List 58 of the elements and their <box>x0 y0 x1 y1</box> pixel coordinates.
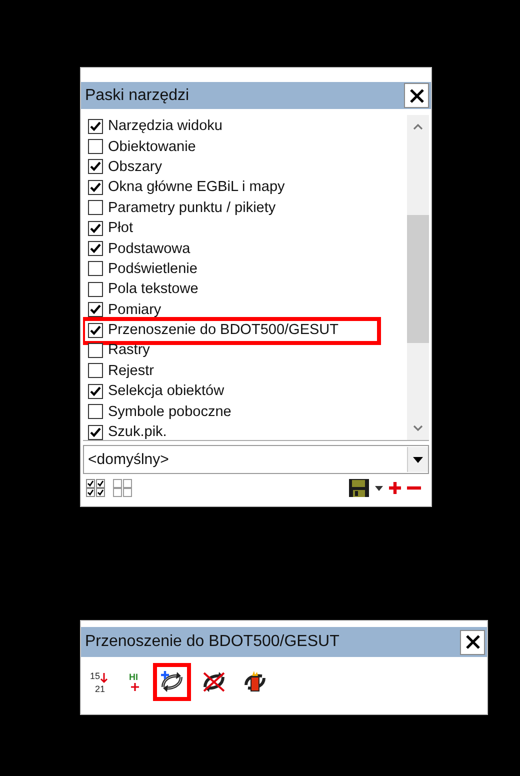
save-icon[interactable] <box>348 478 370 498</box>
toolbar-name[interactable]: Pomiary <box>108 302 162 318</box>
scrollbar[interactable] <box>407 115 429 440</box>
toolbar-name[interactable]: Podstawowa <box>108 240 190 257</box>
checkbox[interactable] <box>88 404 103 420</box>
toolbar-name[interactable]: Selekcja obiektów <box>108 383 224 400</box>
close-icon <box>408 88 424 104</box>
checkbox[interactable] <box>88 118 103 134</box>
burn-icon <box>243 670 267 694</box>
toolbar-name[interactable]: Podświetlenie <box>108 260 198 277</box>
toolbar-name[interactable]: Narzędzia widoku <box>108 118 222 134</box>
close-button[interactable] <box>460 630 485 654</box>
checkbox[interactable] <box>88 241 103 256</box>
checkbox[interactable] <box>88 180 103 195</box>
scroll-down-icon[interactable] <box>412 424 424 432</box>
toolbar-name[interactable]: Przenoszenie do BDOT500/GESUT <box>108 322 338 338</box>
checkbox[interactable] <box>88 302 103 318</box>
checkbox[interactable] <box>88 384 103 399</box>
toolbar-name[interactable]: Rejestr <box>108 362 154 379</box>
tool-button[interactable] <box>153 663 191 701</box>
toolbar-name[interactable]: Szuk.pik. <box>108 424 167 440</box>
toolbar-name[interactable]: Płot <box>108 220 133 236</box>
checkbox[interactable] <box>88 200 103 216</box>
cancel-transfer-icon <box>201 670 227 694</box>
dropdown-value: <domyślny> <box>87 451 169 468</box>
scroll-thumb[interactable] <box>407 215 429 343</box>
checkbox[interactable] <box>88 261 103 276</box>
check-all-icon[interactable] <box>86 479 108 497</box>
checkbox[interactable] <box>88 220 103 236</box>
toolbar-name[interactable]: Obszary <box>108 158 162 175</box>
uncheck-all-icon[interactable] <box>113 479 135 497</box>
dropdown-arrow-icon <box>413 456 423 462</box>
close-icon <box>464 634 480 650</box>
toolbar-name[interactable]: Obiektowanie <box>108 138 196 155</box>
tool-button[interactable]: HI <box>121 663 149 701</box>
checkbox[interactable] <box>88 139 103 154</box>
toolbar-name[interactable]: Rastry <box>108 342 150 358</box>
toolbar-name[interactable]: Pola tekstowe <box>108 281 198 298</box>
checkbox[interactable] <box>88 282 103 297</box>
toolbar-name[interactable]: Okna główne EGBiL i mapy <box>108 179 285 196</box>
scroll-up-icon[interactable] <box>412 123 424 131</box>
preset-dropdown[interactable]: <domyślny> <box>83 445 429 474</box>
transfer-icon <box>159 670 185 694</box>
dropdown-arrow-icon[interactable] <box>375 486 383 490</box>
checkbox[interactable] <box>88 424 103 440</box>
remove-icon[interactable] <box>407 485 421 491</box>
checkbox[interactable] <box>88 159 103 174</box>
window-title: Paski narzędzi <box>85 86 190 104</box>
checkbox[interactable] <box>88 363 103 378</box>
checkbox[interactable] <box>88 322 103 338</box>
toolbar-name[interactable]: Parametry punktu / pikiety <box>108 200 276 216</box>
add-icon[interactable] <box>388 481 402 495</box>
dropdown-button[interactable] <box>407 447 428 472</box>
tool-button[interactable]: 15 21 <box>83 663 117 701</box>
window-title: Przenoszenie do BDOT500/GESUT <box>85 633 340 651</box>
checkbox[interactable] <box>88 342 103 358</box>
close-button[interactable] <box>404 83 429 108</box>
toolbar-name[interactable]: Symbole poboczne <box>108 404 232 420</box>
